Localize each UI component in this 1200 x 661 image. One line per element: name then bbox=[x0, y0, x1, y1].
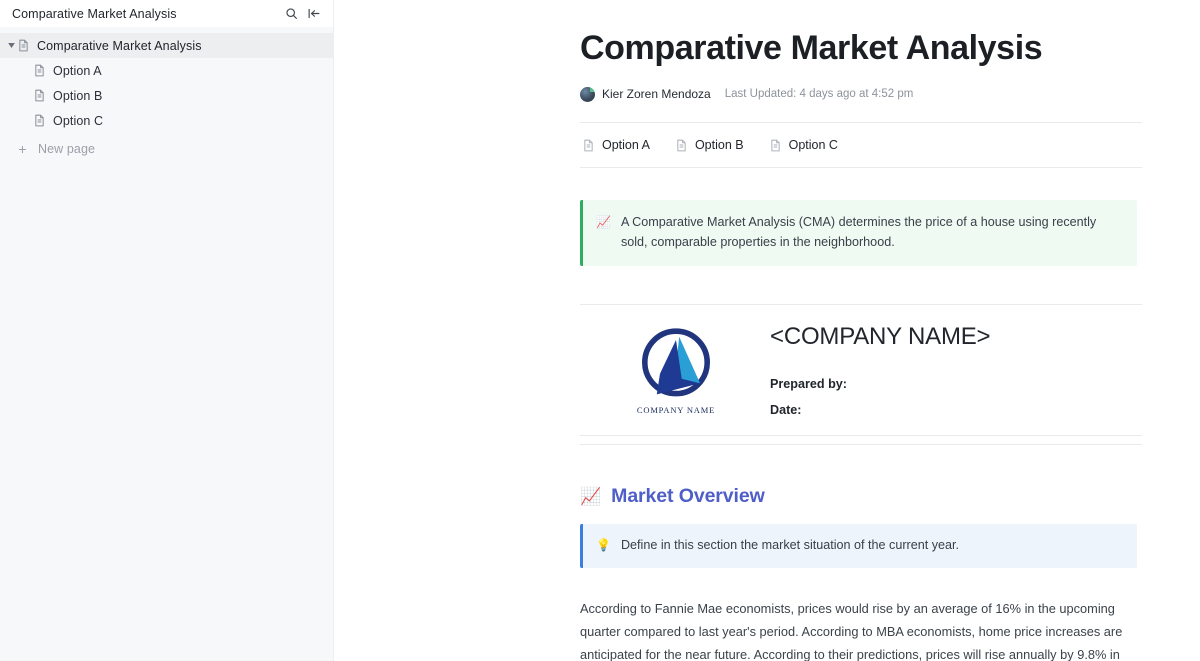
prepared-by-label: Prepared by: bbox=[770, 377, 847, 392]
collapse-sidebar-icon[interactable] bbox=[305, 5, 322, 22]
callout-define-section: 💡 Define in this section the market situ… bbox=[580, 524, 1137, 568]
divider bbox=[580, 435, 1142, 437]
divider bbox=[580, 167, 1142, 169]
plus-icon: + bbox=[18, 140, 27, 157]
chevron-down-icon[interactable] bbox=[5, 40, 17, 52]
new-page-label: New page bbox=[38, 141, 96, 156]
option-tabs: Option A Option B Option C bbox=[580, 123, 1142, 167]
sidebar-item-label: Option A bbox=[53, 63, 102, 78]
last-updated-text: Last Updated: 4 days ago at 4:52 pm bbox=[724, 88, 914, 101]
sidebar-item-option-c[interactable]: Option C bbox=[0, 108, 333, 133]
tab-label: Option A bbox=[602, 138, 650, 153]
main-content: Comparative Market Analysis Kier Zoren M… bbox=[334, 0, 1200, 661]
sidebar: Comparative Market Analysis Comparative … bbox=[0, 0, 334, 661]
document-icon bbox=[17, 39, 30, 52]
body-paragraph: According to Fannie Mae economists, pric… bbox=[580, 600, 1123, 661]
tab-option-b[interactable]: Option B bbox=[673, 135, 746, 155]
section-title: Market Overview bbox=[611, 485, 765, 508]
sidebar-header: Comparative Market Analysis bbox=[0, 0, 333, 27]
section-heading-market-overview: 📈 Market Overview bbox=[580, 485, 1142, 508]
tab-option-c[interactable]: Option C bbox=[767, 135, 840, 155]
sidebar-item-option-a[interactable]: Option A bbox=[0, 58, 333, 83]
document-body: Comparative Market Analysis Kier Zoren M… bbox=[580, 0, 1142, 661]
company-header-block: COMPANY NAME <COMPANY NAME> Prepared by:… bbox=[580, 305, 1142, 433]
chart-increasing-icon: 📈 bbox=[580, 486, 602, 506]
date-label: Date: bbox=[770, 403, 802, 418]
author-name: Kier Zoren Mendoza bbox=[602, 87, 711, 102]
sidebar-item-label: Option B bbox=[53, 88, 103, 103]
chart-increasing-icon: 📈 bbox=[596, 215, 611, 230]
page-title: Comparative Market Analysis bbox=[580, 29, 1043, 67]
document-meta: Kier Zoren Mendoza Last Updated: 4 days … bbox=[580, 85, 1142, 103]
document-icon bbox=[33, 114, 46, 127]
tab-label: Option C bbox=[788, 138, 838, 153]
company-info: <COMPANY NAME> Prepared by: Date: bbox=[770, 321, 991, 418]
company-logo: COMPANY NAME bbox=[628, 324, 724, 415]
callout-text: Define in this section the market situat… bbox=[620, 538, 960, 553]
sidebar-title: Comparative Market Analysis bbox=[12, 6, 177, 21]
sidebar-item-option-b[interactable]: Option B bbox=[0, 83, 333, 108]
company-logo-caption: COMPANY NAME bbox=[636, 404, 716, 415]
light-bulb-icon: 💡 bbox=[596, 538, 611, 553]
divider bbox=[580, 444, 1142, 446]
tab-label: Option B bbox=[694, 138, 744, 153]
avatar[interactable] bbox=[580, 86, 595, 102]
document-icon bbox=[33, 64, 46, 77]
search-icon[interactable] bbox=[283, 5, 300, 22]
sidebar-item-label: Option C bbox=[53, 113, 104, 128]
callout-text: A Comparative Market Analysis (CMA) dete… bbox=[620, 215, 1097, 249]
sidebar-tree: Comparative Market Analysis Option A Opt… bbox=[0, 27, 333, 161]
company-name: <COMPANY NAME> bbox=[770, 323, 991, 351]
document-icon bbox=[675, 139, 688, 152]
document-icon bbox=[769, 139, 782, 152]
new-page-button[interactable]: + New page bbox=[0, 136, 333, 161]
document-icon bbox=[33, 89, 46, 102]
sidebar-item-comparative-market-analysis[interactable]: Comparative Market Analysis bbox=[0, 33, 333, 58]
tab-option-a[interactable]: Option A bbox=[580, 135, 652, 155]
sidebar-item-label: Comparative Market Analysis bbox=[37, 38, 202, 53]
document-icon bbox=[582, 139, 595, 152]
callout-cma-definition: 📈 A Comparative Market Analysis (CMA) de… bbox=[580, 200, 1137, 267]
company-logo-mark bbox=[642, 328, 710, 397]
